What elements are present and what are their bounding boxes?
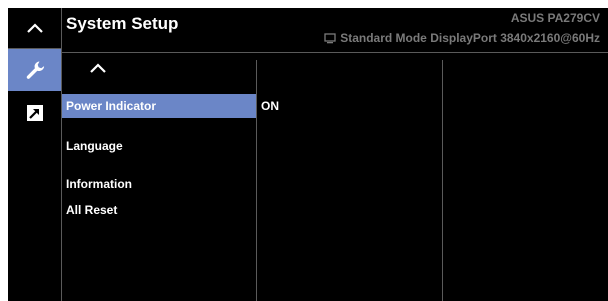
menu-up-button[interactable]: [62, 52, 256, 86]
wrench-icon: [26, 61, 44, 79]
divider: [256, 60, 257, 301]
status-info: Standard Mode DisplayPort 3840x2160@60Hz: [324, 31, 600, 45]
tab-system-setup[interactable]: [8, 49, 61, 91]
menu-item-power-indicator[interactable]: Power Indicator: [62, 94, 256, 118]
menu-item-all-reset[interactable]: All Reset: [62, 198, 256, 222]
status-text: Standard Mode DisplayPort 3840x2160@60Hz: [340, 31, 600, 45]
shortcut-arrow-icon: [26, 105, 43, 121]
tab-shortcut[interactable]: [8, 92, 61, 134]
osd-menu: System Setup ASUS PA279CV Standard Mode …: [8, 8, 608, 301]
divider: [442, 60, 443, 301]
menu-item-language[interactable]: Language: [62, 134, 256, 158]
monitor-icon: [324, 32, 336, 43]
option-on[interactable]: ON: [258, 94, 440, 118]
chevron-up-icon: [26, 23, 43, 33]
page-title: System Setup: [66, 14, 179, 33]
icon-sidebar: [8, 8, 61, 301]
model-name: ASUS PA279CV: [510, 11, 600, 25]
chevron-up-icon: [90, 63, 106, 73]
header-bar: System Setup ASUS PA279CV Standard Mode …: [62, 8, 608, 52]
sidebar-up-button[interactable]: [8, 8, 61, 48]
divider: [8, 48, 61, 49]
menu-item-information[interactable]: Information: [62, 172, 256, 196]
